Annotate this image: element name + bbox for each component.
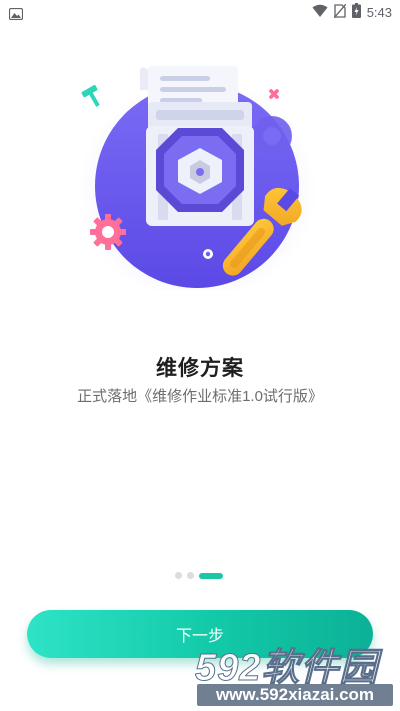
no-sim-icon [333,3,347,22]
image-icon [8,5,24,24]
watermark-url: www.592xiazai.com [197,684,393,706]
page-dot-1[interactable] [175,572,182,579]
watermark-brand: 592软件园 [195,647,379,690]
page-indicator [175,572,223,579]
page-subtitle: 正式落地《维修作业标准1.0试行版》 [77,388,323,405]
battery-charging-icon [351,3,361,22]
page-dot-2[interactable] [187,572,194,579]
page-title: 维修方案 [156,357,244,380]
status-time: 5:43 [366,5,392,20]
maintenance-illustration [60,50,320,302]
page-dot-3-active[interactable] [199,572,223,579]
watermark-logo: 592软件园 www.592xiazai.com [195,636,395,708]
status-bar: 5:43 [0,0,400,24]
wifi-icon [312,3,328,22]
